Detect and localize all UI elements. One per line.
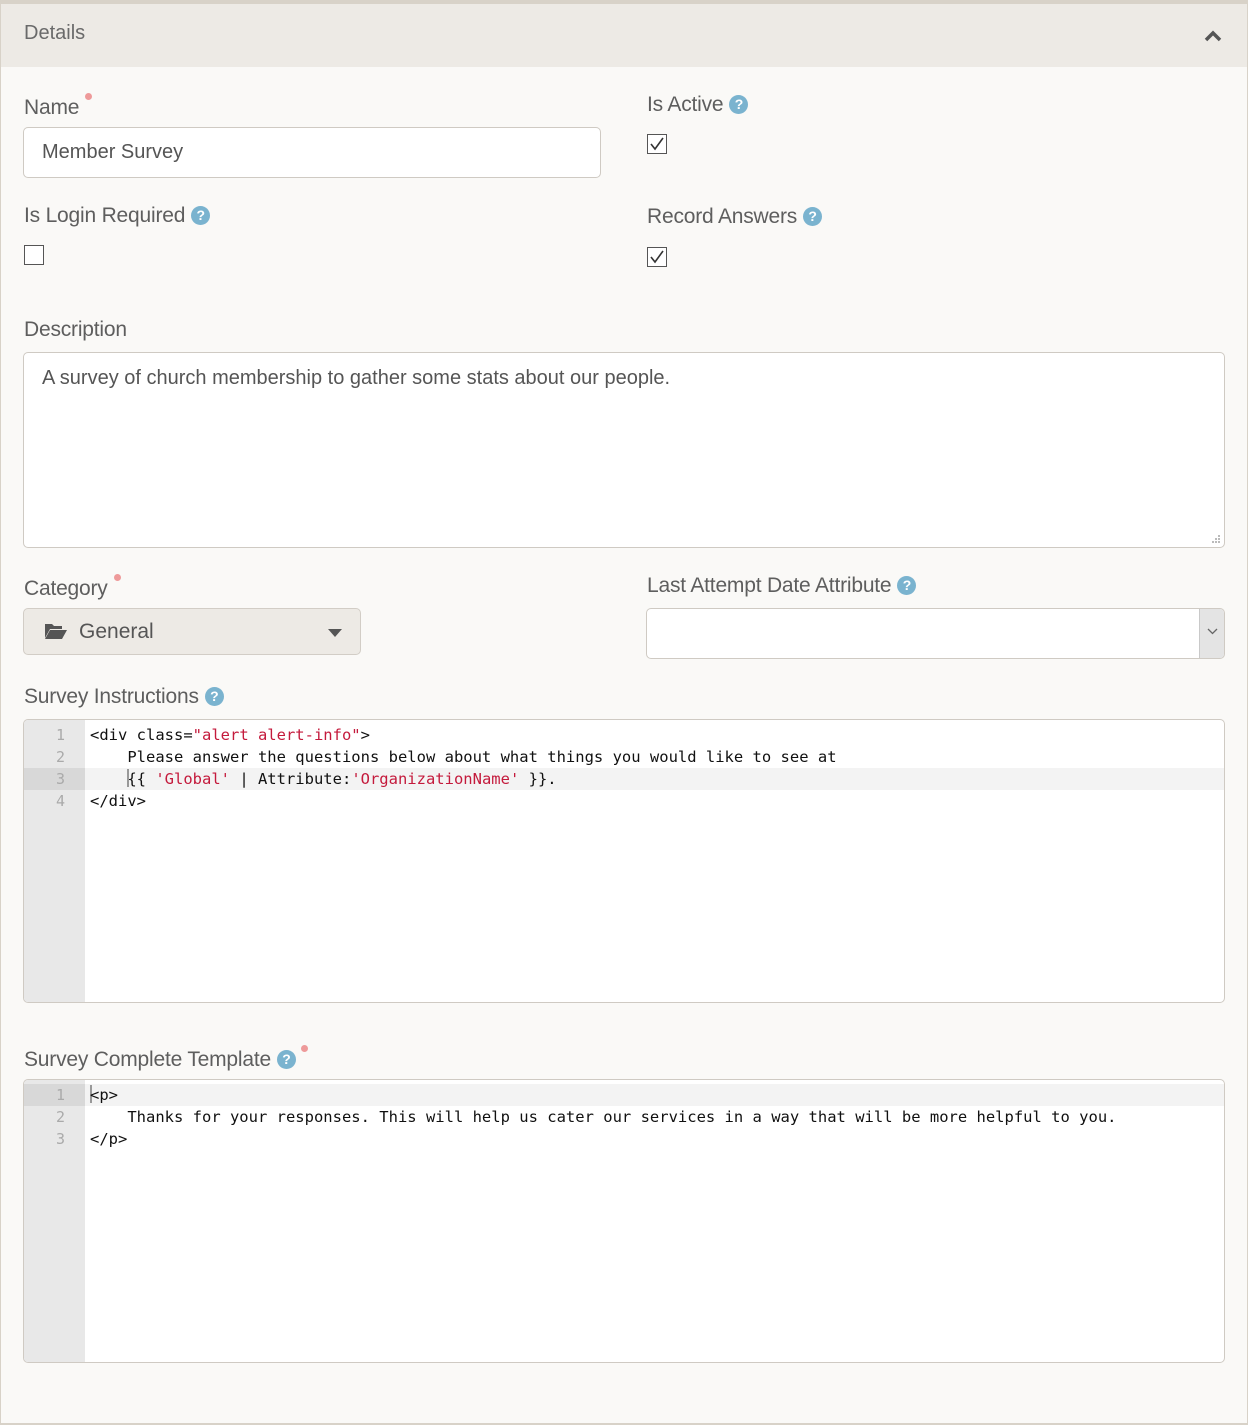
code-text: Please answer the questions below about …: [90, 748, 837, 766]
record-answers-checkbox[interactable]: [647, 247, 667, 267]
code-line[interactable]: 4 </div>: [24, 790, 1224, 812]
name-label-text: Name: [24, 96, 80, 119]
line-number: 1: [24, 1084, 85, 1106]
category-value: General: [79, 620, 154, 643]
survey-complete-template-label-text: Survey Complete Template: [24, 1048, 271, 1071]
chevron-down-icon: [1207, 628, 1218, 635]
details-panel: Details Name Is Active? Is Login Require…: [0, 0, 1248, 1425]
name-label: Name: [24, 93, 93, 120]
help-icon[interactable]: ?: [897, 576, 917, 595]
required-indicator: [113, 574, 121, 581]
category-label-text: Category: [24, 577, 108, 600]
code-text: {{ 'Global' | Attribute:'OrganizationNam…: [127, 769, 557, 788]
code-line[interactable]: 2 Thanks for your responses. This will h…: [24, 1106, 1224, 1128]
code-text: <div class="alert alert-info">: [90, 726, 370, 744]
is-login-required-checkbox[interactable]: [24, 245, 44, 265]
code-line[interactable]: 3 {{ 'Global' | Attribute:'OrganizationN…: [24, 768, 1224, 790]
category-label: Category: [24, 574, 121, 601]
checkmark-icon: [650, 250, 664, 264]
required-indicator: [85, 93, 93, 100]
help-icon[interactable]: ?: [204, 687, 224, 706]
code-text: <p>: [90, 1085, 118, 1104]
last-attempt-date-attribute-select[interactable]: [646, 608, 1225, 659]
line-number: 1: [55, 726, 65, 744]
line-number: 2: [55, 1108, 65, 1126]
line-number: 4: [55, 792, 65, 810]
checkmark-icon: [650, 137, 664, 151]
description-label: Description: [24, 318, 127, 342]
line-number: 3: [24, 768, 85, 790]
code-line[interactable]: 2 Please answer the questions below abou…: [24, 746, 1224, 768]
survey-complete-template-label: Survey Complete Template?: [24, 1045, 308, 1072]
code-line[interactable]: 3 </p>: [24, 1128, 1224, 1150]
record-answers-label-text: Record Answers: [647, 205, 798, 228]
survey-complete-template-code-editor[interactable]: 1 <p> 2 Thanks for your responses. This wi…: [23, 1079, 1225, 1363]
line-number: 2: [55, 748, 65, 766]
folder-open-icon: [45, 624, 67, 639]
description-textarea[interactable]: A survey of church membership to gather …: [23, 352, 1225, 548]
caret-down-icon: [328, 629, 342, 637]
survey-instructions-label: Survey Instructions?: [24, 685, 224, 709]
panel-title: Details: [24, 22, 86, 44]
is-login-required-label-text: Is Login Required: [24, 204, 186, 227]
code-text: </div>: [90, 792, 146, 810]
select-dropdown-button[interactable]: [1199, 609, 1224, 658]
help-icon[interactable]: ?: [803, 207, 823, 226]
is-login-required-label: Is Login Required?: [24, 204, 211, 228]
code-line[interactable]: 1 <div class="alert alert-info">: [24, 724, 1224, 746]
line-number: 3: [55, 1130, 65, 1148]
survey-instructions-code-editor[interactable]: 1 <div class="alert alert-info"> 2 Please …: [23, 719, 1225, 1003]
category-picker[interactable]: General: [23, 608, 361, 655]
is-active-label-text: Is Active: [647, 93, 724, 116]
last-attempt-date-attribute-label-text: Last Attempt Date Attribute: [647, 574, 892, 597]
code-line[interactable]: 1 <p>: [24, 1084, 1224, 1106]
resize-grip-icon[interactable]: [1209, 534, 1221, 546]
name-input[interactable]: [23, 127, 601, 178]
required-indicator: [300, 1045, 308, 1052]
help-icon[interactable]: ?: [191, 206, 211, 225]
code-text: Thanks for your responses. This will hel…: [90, 1108, 1117, 1126]
code-text: </p>: [90, 1130, 128, 1148]
record-answers-label: Record Answers?: [647, 205, 823, 229]
is-active-label: Is Active?: [647, 93, 749, 117]
panel-header[interactable]: Details: [1, 4, 1247, 67]
help-icon[interactable]: ?: [276, 1050, 296, 1069]
chevron-up-icon[interactable]: [1201, 24, 1225, 48]
help-icon[interactable]: ?: [729, 95, 749, 114]
survey-instructions-label-text: Survey Instructions: [24, 685, 199, 708]
is-active-checkbox[interactable]: [647, 134, 667, 154]
last-attempt-date-attribute-label: Last Attempt Date Attribute?: [647, 574, 917, 598]
description-label-text: Description: [24, 318, 127, 341]
